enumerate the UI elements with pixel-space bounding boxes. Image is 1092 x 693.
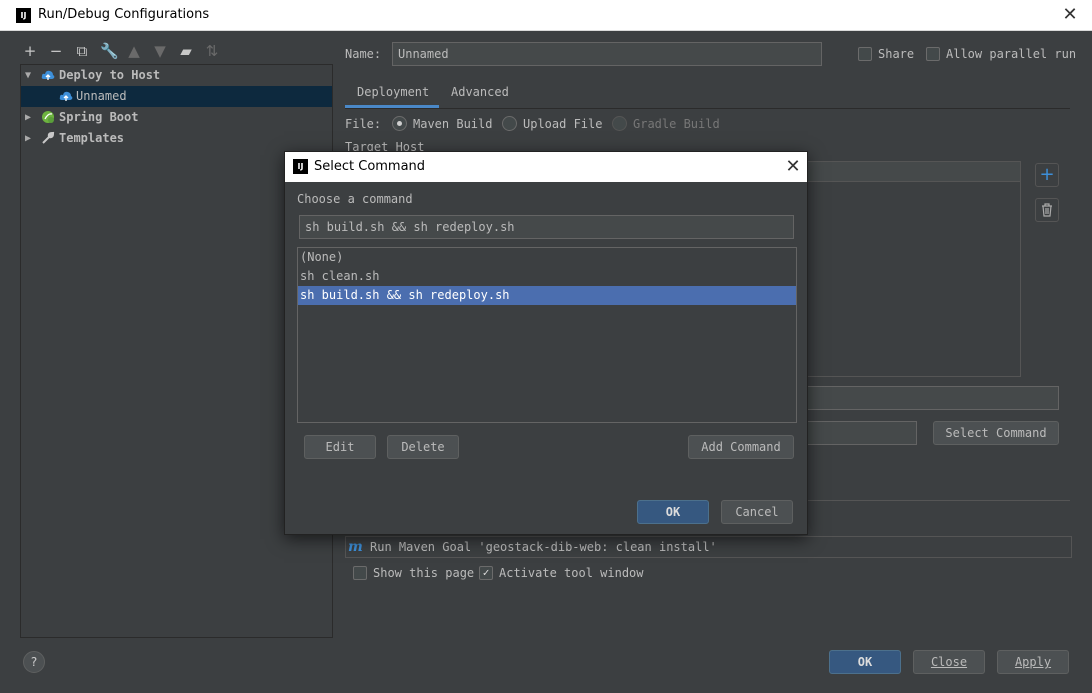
- command-input[interactable]: sh build.sh && sh redeploy.sh: [299, 215, 794, 239]
- wrench-icon[interactable]: 🔧: [100, 42, 119, 60]
- chevron-down-icon[interactable]: ▼: [25, 65, 35, 86]
- dialog-ok-button[interactable]: OK: [637, 500, 709, 524]
- window-title: Run/Debug Configurations: [38, 7, 210, 22]
- allow-parallel-checkbox[interactable]: [926, 47, 940, 61]
- copy-icon[interactable]: ⧉: [74, 42, 90, 60]
- edit-button[interactable]: Edit: [304, 435, 376, 459]
- config-toolbar: + − ⧉ 🔧 ▲ ▼ ▰ ⇅: [22, 40, 220, 62]
- add-host-button[interactable]: +: [1035, 163, 1059, 187]
- tree-item-label: Templates: [59, 131, 125, 145]
- dialog-prompt: Choose a command: [297, 192, 413, 206]
- help-button[interactable]: ?: [23, 651, 45, 673]
- show-this-page-checkbox[interactable]: [353, 566, 367, 580]
- apply-button[interactable]: Apply: [997, 650, 1069, 674]
- dialog-close-button[interactable]: ✕: [783, 155, 803, 179]
- file-label: File:: [345, 117, 382, 131]
- chevron-right-icon[interactable]: ▶: [25, 128, 35, 149]
- ok-button[interactable]: OK: [829, 650, 901, 674]
- tree-item-label: Spring Boot: [59, 110, 139, 124]
- dialog-title-bar: IJ Select Command ✕: [285, 152, 807, 182]
- trash-icon: [1042, 203, 1052, 217]
- tree-item-label: Unnamed: [76, 89, 127, 103]
- upload-file-radio[interactable]: [502, 116, 517, 131]
- allow-parallel-label: Allow parallel run: [946, 47, 1077, 61]
- tree-item-deploy-to-host[interactable]: ▼ Deploy to Host: [21, 65, 332, 86]
- tab-advanced[interactable]: Advanced: [451, 85, 509, 99]
- before-launch-task[interactable]: Run Maven Goal 'geostack-dib-web: clean …: [370, 540, 717, 554]
- tree-item-templates[interactable]: ▶ Templates: [21, 128, 332, 149]
- tree-item-spring-boot[interactable]: ▶ Spring Boot: [21, 107, 332, 128]
- cloud-icon: [59, 91, 73, 101]
- activate-tool-window-checkbox[interactable]: ✓: [479, 566, 493, 580]
- maven-build-label: Maven Build: [413, 117, 493, 131]
- folder-icon[interactable]: ▰: [178, 42, 194, 60]
- cloud-icon: [41, 70, 55, 80]
- chevron-right-icon[interactable]: ▶: [25, 107, 35, 128]
- plus-icon[interactable]: +: [22, 42, 38, 60]
- tab-deployment[interactable]: Deployment: [357, 85, 429, 99]
- share-label: Share: [878, 47, 915, 61]
- arrow-up-icon[interactable]: ▲: [126, 42, 142, 60]
- select-command-button[interactable]: Select Command: [933, 421, 1059, 445]
- list-item[interactable]: (None): [298, 248, 796, 267]
- list-item-selected[interactable]: sh build.sh && sh redeploy.sh: [298, 286, 796, 305]
- wrench-icon: [42, 131, 55, 144]
- window-title-bar: IJ Run/Debug Configurations ✕: [0, 0, 1092, 31]
- spring-icon: [42, 111, 54, 123]
- select-command-dialog: IJ Select Command ✕ Choose a command sh …: [284, 151, 808, 535]
- upload-file-label: Upload File: [523, 117, 603, 131]
- intellij-logo-icon: IJ: [293, 159, 308, 174]
- show-this-page-label: Show this page: [373, 566, 475, 580]
- dialog-cancel-button[interactable]: Cancel: [721, 500, 793, 524]
- window-close-button[interactable]: ✕: [1060, 4, 1080, 26]
- add-command-button[interactable]: Add Command: [688, 435, 794, 459]
- maven-build-radio[interactable]: [392, 116, 407, 131]
- gradle-build-label: Gradle Build: [633, 117, 720, 131]
- tab-divider: [345, 108, 1070, 109]
- close-button[interactable]: Close: [913, 650, 985, 674]
- tree-item-label: Deploy to Host: [59, 68, 161, 82]
- name-field[interactable]: Unnamed: [392, 42, 822, 66]
- delete-button[interactable]: Delete: [387, 435, 459, 459]
- command-list[interactable]: (None) sh clean.sh sh build.sh && sh red…: [297, 247, 797, 423]
- tree-item-unnamed[interactable]: Unnamed: [21, 86, 332, 107]
- dialog-title: Select Command: [314, 159, 426, 174]
- share-checkbox[interactable]: [858, 47, 872, 61]
- before-launch-list[interactable]: Run Maven Goal 'geostack-dib-web: clean …: [345, 536, 1072, 558]
- maven-icon: m: [348, 539, 363, 555]
- activate-tool-window-label: Activate tool window: [499, 566, 644, 580]
- list-item[interactable]: sh clean.sh: [298, 267, 796, 286]
- gradle-build-radio[interactable]: [612, 116, 627, 131]
- name-label: Name:: [345, 47, 382, 61]
- minus-icon[interactable]: −: [48, 42, 64, 60]
- intellij-logo-icon: IJ: [16, 8, 31, 23]
- delete-host-button[interactable]: [1035, 198, 1059, 222]
- arrow-down-icon[interactable]: ▼: [152, 42, 168, 60]
- sort-icon[interactable]: ⇅: [204, 42, 220, 60]
